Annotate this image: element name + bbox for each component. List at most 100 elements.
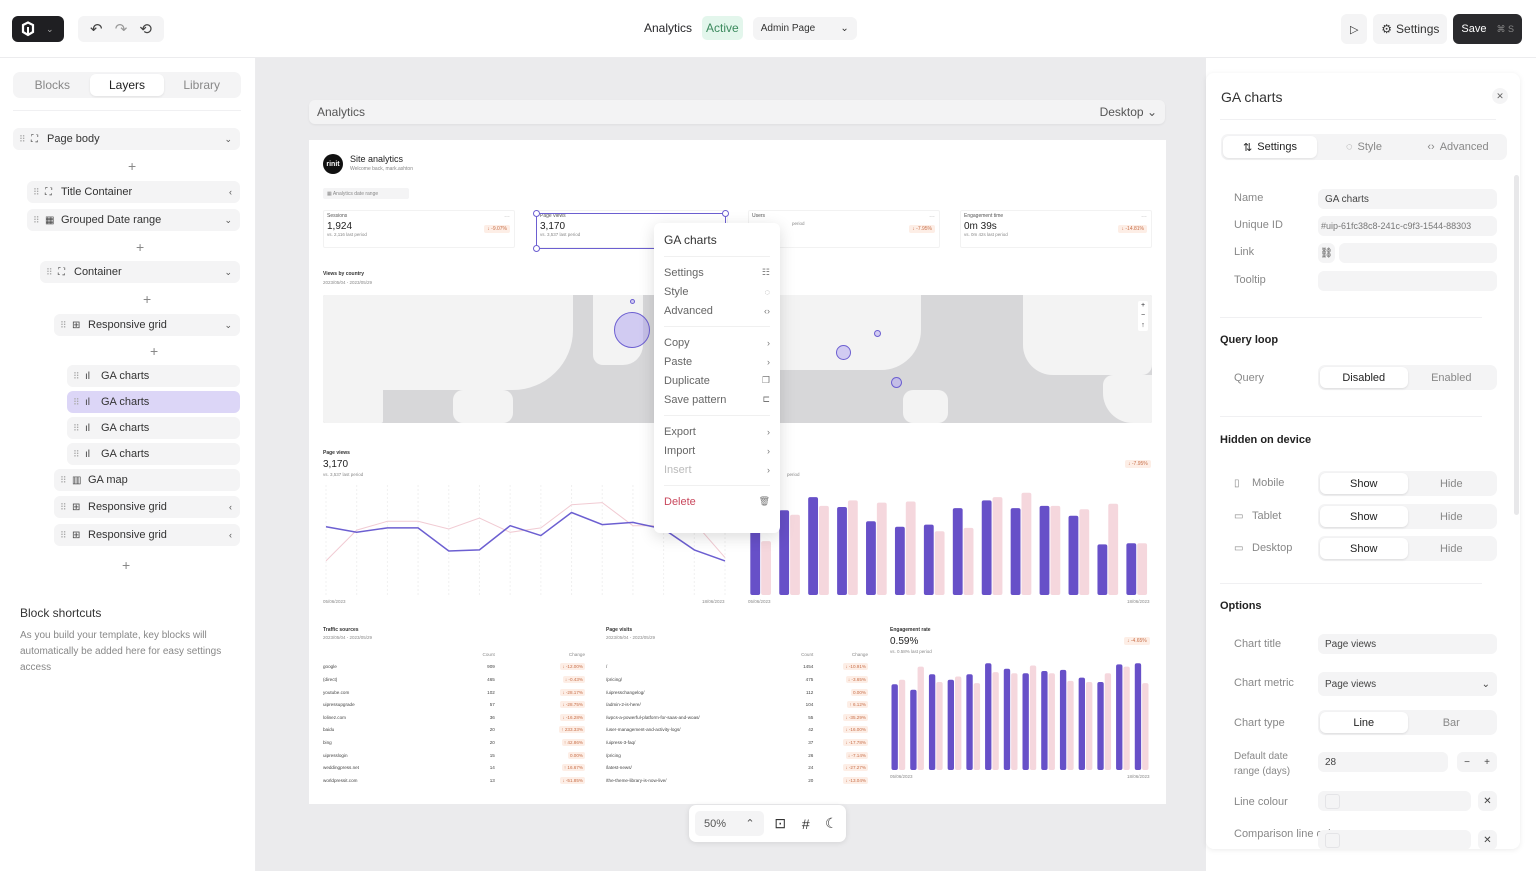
layer-toggle-icon[interactable]: ‹ <box>229 530 232 540</box>
layer-item[interactable]: ⠿ ⛶ Title Container ‹ <box>27 181 240 203</box>
layer-item[interactable]: ⠿ ⊞ Responsive grid ‹ <box>54 524 240 546</box>
map-bubble-china[interactable] <box>874 330 881 337</box>
add-block-icon[interactable]: + <box>136 239 144 255</box>
visibility-option-hide[interactable]: Hide <box>1408 538 1496 559</box>
clear-icon[interactable]: ✕ <box>1478 791 1497 811</box>
tab-advanced[interactable]: ‹› Advanced <box>1411 136 1505 158</box>
add-block-icon[interactable]: + <box>143 291 151 307</box>
save-button[interactable]: Save ⌘ S <box>1453 14 1522 44</box>
layer-toggle-icon[interactable]: ‹ <box>229 502 232 512</box>
panel-scrollbar[interactable] <box>1514 175 1519 515</box>
layer-item[interactable]: ⠿ ⊞ Responsive grid ‹ <box>54 496 240 518</box>
layer-toggle-icon[interactable]: ⌄ <box>224 320 232 331</box>
context-menu-item[interactable]: Advanced ‹› <box>664 301 770 320</box>
date-range-picker[interactable]: ▦ Analytics date range <box>323 188 409 199</box>
drag-handle-icon[interactable]: ⠿ <box>73 371 85 382</box>
layer-item[interactable]: ⠿ ıl GA charts <box>67 391 240 413</box>
visibility-option-show[interactable]: Show <box>1320 538 1408 559</box>
query-enabled-option[interactable]: Enabled <box>1408 367 1496 388</box>
drag-handle-icon[interactable]: ⠿ <box>60 502 72 513</box>
redo-icon[interactable]: ↷ <box>115 20 128 38</box>
users-bar-chart[interactable] <box>748 485 1153 595</box>
visibility-option-show[interactable]: Show <box>1320 506 1408 527</box>
more-icon[interactable]: … <box>1141 213 1147 219</box>
colour-swatch[interactable] <box>1325 793 1340 809</box>
plus-icon[interactable]: + <box>1484 757 1490 768</box>
context-menu-item[interactable]: Export › <box>664 422 770 441</box>
template-select[interactable]: Admin Page ⌄ <box>752 16 857 40</box>
tab-layers[interactable]: Layers <box>89 74 165 96</box>
map-bubble-usa[interactable] <box>614 312 650 348</box>
dark-mode-icon[interactable]: ☾ <box>823 815 840 832</box>
map-zoom-in-button[interactable]: + <box>1138 301 1148 311</box>
chart-type-line-option[interactable]: Line <box>1320 712 1408 733</box>
context-menu-item[interactable]: Delete 🗑 <box>664 492 770 511</box>
stat-card-sessions[interactable]: Sessions 1,924 vs. 2,116 last period … ↓ -9… <box>323 210 515 248</box>
layer-item[interactable]: ⠿ ▥ GA map <box>54 469 240 491</box>
drag-handle-icon[interactable]: ⠿ <box>33 187 45 198</box>
line-colour-input[interactable] <box>1318 791 1471 811</box>
chart-type-bar-option[interactable]: Bar <box>1408 712 1496 733</box>
history-icon[interactable]: ⟲ <box>139 20 152 38</box>
comparison-colour-input[interactable] <box>1318 830 1471 849</box>
chart-metric-select[interactable]: Page views ⌄ <box>1318 672 1497 696</box>
drag-handle-icon[interactable]: ⠿ <box>73 449 85 460</box>
visibility-option-hide[interactable]: Hide <box>1408 473 1496 494</box>
clear-icon[interactable]: ✕ <box>1478 830 1497 849</box>
settings-button[interactable]: ⚙ Settings <box>1373 14 1448 44</box>
drag-handle-icon[interactable]: ⠿ <box>19 134 31 145</box>
close-icon[interactable]: ✕ <box>1492 88 1508 104</box>
tooltip-input[interactable] <box>1318 271 1497 291</box>
minus-icon[interactable]: − <box>1464 757 1470 768</box>
tab-blocks[interactable]: Blocks <box>15 74 90 96</box>
app-menu-button[interactable]: ⌄ <box>12 16 64 42</box>
more-icon[interactable]: … <box>929 213 935 219</box>
drag-handle-icon[interactable]: ⠿ <box>73 397 85 408</box>
layer-toggle-icon[interactable]: ⌄ <box>224 215 232 226</box>
map-bubble-india[interactable] <box>836 345 851 360</box>
name-input[interactable]: GA charts <box>1318 189 1497 209</box>
context-menu-item[interactable]: Style ◌ <box>664 282 770 301</box>
drag-handle-icon[interactable]: ⠿ <box>73 423 85 434</box>
grid-icon[interactable]: # <box>797 816 814 832</box>
tab-style[interactable]: ◌ Style <box>1317 136 1411 158</box>
date-range-input[interactable]: 28 <box>1318 752 1448 772</box>
layer-toggle-icon[interactable]: ‹ <box>229 187 232 197</box>
chart-title-input[interactable]: Page views <box>1318 634 1497 654</box>
layer-item[interactable]: ⠿ ⛶ Container ⌄ <box>40 261 240 283</box>
visibility-option-show[interactable]: Show <box>1320 473 1408 494</box>
context-menu-item[interactable]: Save pattern ⊏ <box>664 390 770 409</box>
map-reset-button[interactable]: ↑ <box>1138 321 1148 331</box>
context-menu-item[interactable]: Import › <box>664 441 770 460</box>
layer-item[interactable]: ⠿ ⛶ Page body ⌄ <box>13 128 240 150</box>
map-bubble-indonesia[interactable] <box>891 377 902 388</box>
tab-library[interactable]: Library <box>164 74 239 96</box>
tab-settings[interactable]: ⇅ Settings <box>1223 136 1317 158</box>
stat-card-engagement-time[interactable]: Engagement time 0m 39s vs. 0m 42s last per… <box>960 210 1152 248</box>
context-menu-item[interactable]: Duplicate ❐ <box>664 371 770 390</box>
more-icon[interactable]: … <box>504 213 510 219</box>
add-block-icon[interactable]: + <box>122 557 130 573</box>
layer-item[interactable]: ⠿ ⊞ Responsive grid ⌄ <box>54 314 240 336</box>
zoom-select[interactable]: 50% ⌃ <box>695 811 764 836</box>
undo-icon[interactable]: ↶ <box>90 20 103 38</box>
add-block-icon[interactable]: + <box>150 343 158 359</box>
drag-handle-icon[interactable]: ⠿ <box>60 530 72 541</box>
visibility-option-hide[interactable]: Hide <box>1408 506 1496 527</box>
context-menu-item[interactable]: Copy › <box>664 333 770 352</box>
layer-toggle-icon[interactable]: ⌄ <box>224 267 232 278</box>
context-menu-item[interactable]: Settings ☷ <box>664 263 770 282</box>
drag-handle-icon[interactable]: ⠿ <box>33 215 45 226</box>
map-zoom-out-button[interactable]: − <box>1138 311 1148 321</box>
layer-item[interactable]: ⠿ ıl GA charts <box>67 365 240 387</box>
preview-button[interactable]: ▷ <box>1341 14 1368 44</box>
focus-icon[interactable]: ⊡ <box>772 815 789 832</box>
link-icon[interactable]: ⛓ <box>1318 243 1335 263</box>
context-menu-item[interactable]: Paste › <box>664 352 770 371</box>
unique-id-input[interactable]: #uip-61fc38c8-241c-c9f3-1544-88303 <box>1318 216 1497 236</box>
drag-handle-icon[interactable]: ⠿ <box>46 267 58 278</box>
layer-toggle-icon[interactable]: ⌄ <box>224 134 232 145</box>
colour-swatch[interactable] <box>1325 832 1340 848</box>
layer-item[interactable]: ⠿ ıl GA charts <box>67 443 240 465</box>
device-select[interactable]: Desktop ⌄ <box>1100 105 1157 119</box>
